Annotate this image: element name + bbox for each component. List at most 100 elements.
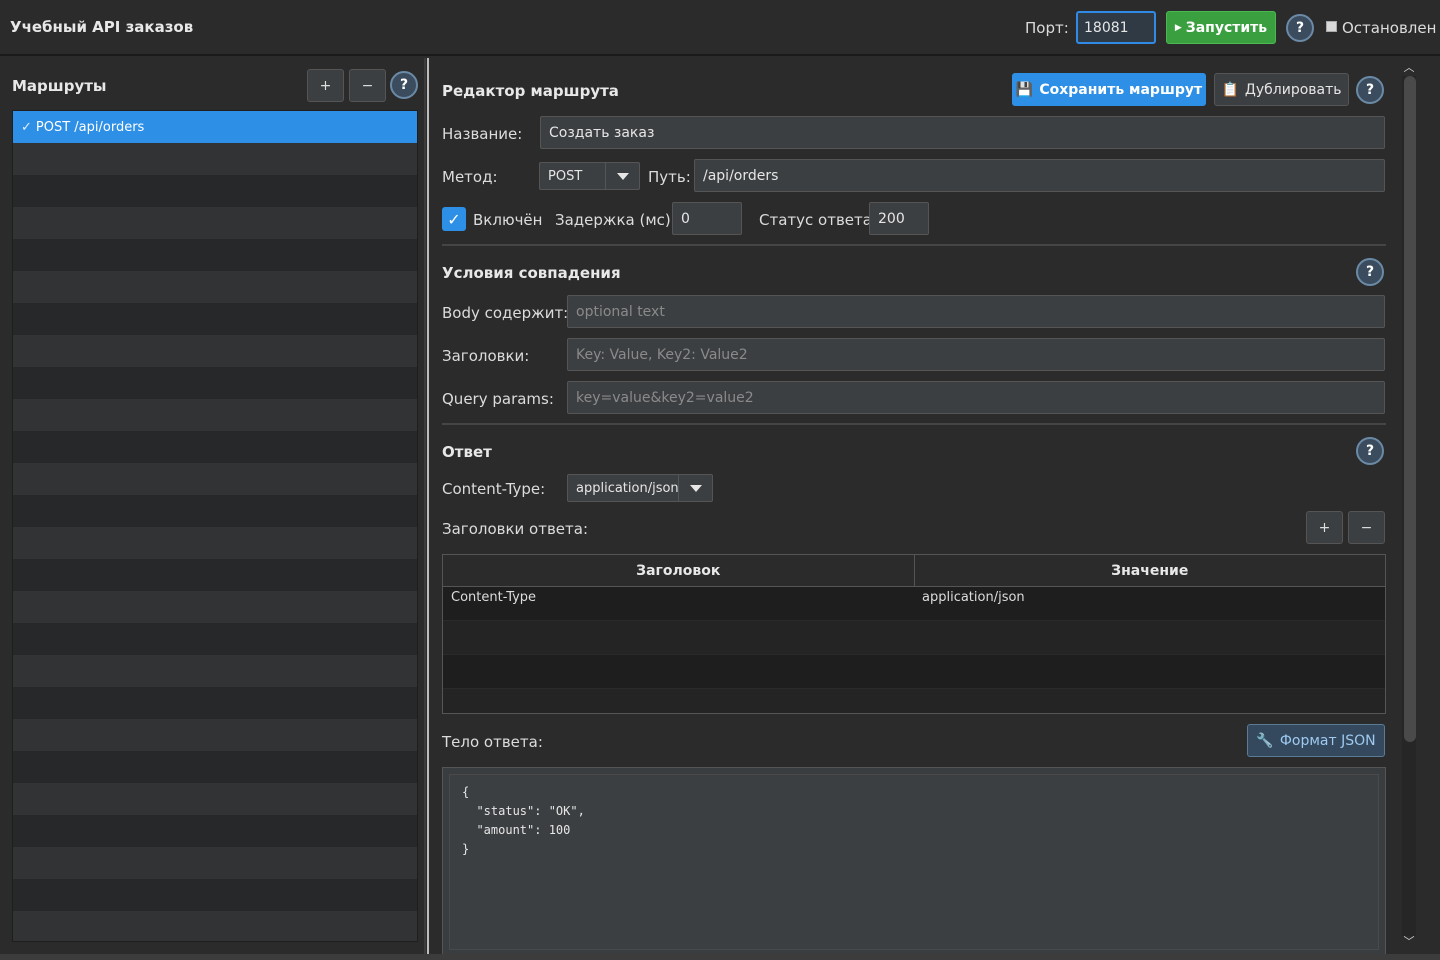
status-indicator-icon: [1326, 21, 1337, 32]
delay-label: Задержка (мс):: [555, 211, 676, 229]
save-route-button[interactable]: 💾 Сохранить маршрут: [1012, 73, 1206, 106]
routes-help-button[interactable]: ?: [390, 71, 418, 99]
clipboard-icon: 📋: [1221, 81, 1239, 98]
table-row: [443, 655, 1385, 689]
toolbar-help-button[interactable]: ?: [1286, 14, 1314, 42]
format-json-button[interactable]: 🔧 Формат JSON: [1247, 724, 1385, 757]
table-row: [443, 621, 1385, 655]
delay-input[interactable]: [672, 202, 742, 235]
route-item-label: POST /api/orders: [35, 119, 145, 135]
splitter-handle[interactable]: [427, 58, 429, 954]
list-item: [13, 847, 417, 879]
route-list[interactable]: ✓ POST /api/orders: [12, 110, 418, 942]
run-button-label: Запустить: [1185, 19, 1268, 36]
server-status-label: Остановлен: [1342, 19, 1437, 37]
response-help-button[interactable]: ?: [1356, 437, 1384, 465]
list-item: [13, 431, 417, 463]
list-item: [13, 207, 417, 239]
list-item: [13, 751, 417, 783]
list-item: [13, 623, 417, 655]
headers-label: Заголовки:: [442, 347, 530, 365]
route-path-input[interactable]: [694, 159, 1385, 192]
format-json-label: Формат JSON: [1279, 732, 1376, 749]
list-item: [13, 143, 417, 175]
method-select[interactable]: POST: [539, 162, 640, 190]
list-item: [13, 495, 417, 527]
list-item: [13, 271, 417, 303]
divider: [442, 423, 1386, 425]
table-cell[interactable]: application/json: [914, 587, 1385, 620]
list-item: [13, 559, 417, 591]
response-body-text[interactable]: { "status": "OK", "amount": 100 }: [449, 774, 1379, 950]
routes-title: Маршруты: [12, 77, 107, 95]
response-headers-table[interactable]: Заголовок Значение Content-Type applicat…: [442, 554, 1386, 714]
list-item: [13, 463, 417, 495]
route-item-post-api-orders[interactable]: ✓ POST /api/orders: [13, 111, 417, 143]
remove-header-button[interactable]: −: [1348, 511, 1385, 544]
check-icon: ✓: [21, 119, 32, 135]
content-type-select[interactable]: application/json: [567, 474, 713, 502]
status-code-label: Статус ответа:: [759, 211, 878, 229]
list-item: [13, 719, 417, 751]
bottom-edge: [0, 954, 1440, 960]
table-row[interactable]: Content-Type application/json: [443, 587, 1385, 621]
table-header: Заголовок Значение: [443, 555, 1385, 587]
match-section-title: Условия совпадения: [442, 264, 621, 282]
editor-help-button[interactable]: ?: [1356, 76, 1384, 104]
table-cell[interactable]: Content-Type: [443, 587, 914, 620]
query-params-input[interactable]: [567, 381, 1385, 414]
body-contains-input[interactable]: [567, 295, 1385, 328]
content-type-value: application/json: [576, 480, 679, 496]
match-help-button[interactable]: ?: [1356, 258, 1384, 286]
chevron-down-icon: [605, 163, 639, 189]
column-header[interactable]: Заголовок: [443, 555, 914, 586]
body-contains-label: Body содержит:: [442, 304, 569, 322]
port-input[interactable]: [1076, 11, 1156, 44]
status-code-input[interactable]: [869, 202, 929, 235]
divider: [442, 244, 1386, 246]
list-item: [13, 303, 417, 335]
chevron-down-icon[interactable]: ﹀: [1402, 934, 1416, 948]
route-name-input[interactable]: [540, 116, 1385, 149]
duplicate-label: Дублировать: [1244, 81, 1342, 98]
list-item: [13, 527, 417, 559]
list-item: [13, 591, 417, 623]
enabled-checkbox[interactable]: ✓: [442, 207, 466, 231]
check-icon: ✓: [447, 209, 461, 229]
editor-scrollbar[interactable]: ︿ ﹀: [1400, 58, 1440, 954]
list-item: [13, 911, 417, 941]
route-editor-panel: Редактор маршрута 💾 Сохранить маршрут 📋 …: [430, 58, 1400, 957]
method-label: Метод:: [442, 168, 498, 186]
list-item: [13, 655, 417, 687]
column-header[interactable]: Значение: [913, 555, 1386, 586]
list-item: [13, 783, 417, 815]
play-icon: ▶: [1174, 22, 1182, 33]
response-body-label: Тело ответа:: [442, 733, 543, 751]
headers-input[interactable]: [567, 338, 1385, 371]
list-item: [13, 367, 417, 399]
chevron-up-icon[interactable]: ︿: [1402, 60, 1416, 74]
remove-route-button[interactable]: −: [349, 69, 386, 102]
add-route-button[interactable]: +: [307, 69, 344, 102]
response-section-title: Ответ: [442, 443, 492, 461]
editor-title: Редактор маршрута: [442, 82, 619, 100]
list-item: [13, 175, 417, 207]
path-label: Путь:: [648, 168, 691, 186]
response-body-editor[interactable]: { "status": "OK", "amount": 100 }: [442, 767, 1386, 957]
list-item: [13, 879, 417, 911]
table-row: [443, 689, 1385, 713]
enabled-label: Включён: [473, 211, 543, 229]
list-item: [13, 687, 417, 719]
list-item: [13, 239, 417, 271]
add-header-button[interactable]: +: [1306, 511, 1343, 544]
wrench-icon: 🔧: [1256, 732, 1274, 749]
list-item: [13, 399, 417, 431]
list-item: [13, 815, 417, 847]
list-item: [13, 335, 417, 367]
run-button[interactable]: ▶ Запустить: [1166, 11, 1276, 44]
duplicate-button[interactable]: 📋 Дублировать: [1214, 73, 1349, 106]
scroll-thumb[interactable]: [1404, 76, 1416, 742]
app-title: Учебный API заказов: [10, 18, 194, 36]
response-headers-label: Заголовки ответа:: [442, 520, 589, 538]
save-route-label: Сохранить маршрут: [1039, 81, 1203, 98]
